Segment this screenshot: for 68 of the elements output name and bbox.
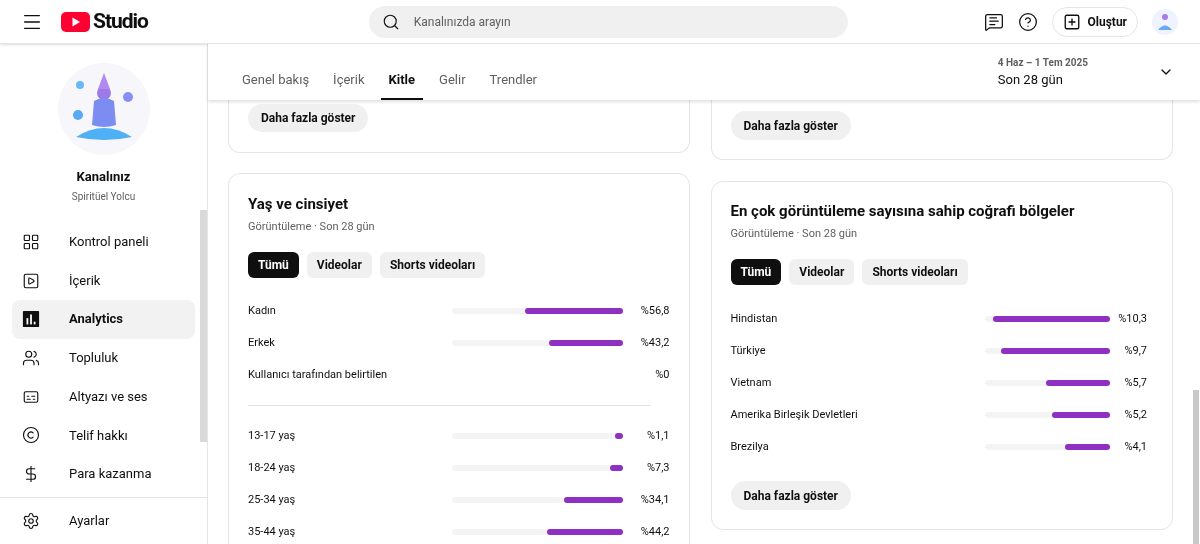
people-icon [22, 348, 40, 367]
row-label: Amerika Birleşik Devletleri [730, 406, 859, 423]
help-icon[interactable] [1018, 11, 1039, 32]
nav-item[interactable]: Analytics [12, 299, 195, 339]
row-label: Erkek [248, 334, 276, 351]
nav-item[interactable]: Para kazanma [12, 454, 195, 494]
scrollbar[interactable] [1193, 390, 1199, 544]
percentage-value: %7,3 [645, 459, 670, 476]
percentage-value: %56,8 [639, 302, 670, 319]
filter-chip[interactable]: Videolar [789, 259, 855, 285]
percentage-value: %43,2 [639, 334, 670, 351]
nav-item[interactable]: Kontrol paneli [12, 222, 195, 262]
play-logo-icon [61, 11, 90, 32]
settings-icon[interactable] [22, 512, 40, 530]
dashboard-icon [22, 232, 40, 251]
tab[interactable]: Genel bakış [234, 44, 318, 100]
tab[interactable]: Kitle [380, 44, 424, 100]
row-label: 18-24 yaş [248, 459, 297, 476]
filter-chip[interactable]: Tümü [248, 252, 299, 278]
percentage-value: %10,3 [1117, 310, 1147, 327]
row-label: Hindistan [730, 310, 779, 327]
show-more-button[interactable]: Daha fazla göster [730, 481, 851, 510]
row-label: Kullanıcı tarafından belirtilen [248, 366, 389, 383]
row-label: Türkiye [730, 342, 767, 359]
search-field[interactable]: Kanalınızda arayın [368, 5, 848, 38]
row-label: 35-44 yaş [248, 523, 297, 540]
percentage-value: %34,1 [639, 491, 670, 508]
card-title: En çok görüntüleme sayısına sahip coğrafi bölgeler [730, 201, 1076, 222]
percentage-value: %44,2 [639, 523, 670, 540]
nav-item[interactable]: Topluluk [12, 338, 195, 378]
settings-link[interactable]: Ayarlar [69, 511, 110, 531]
card-subtitle: Görüntüleme · Son 28 gün [730, 225, 859, 242]
nav-item[interactable]: Telif hakkı [12, 415, 195, 455]
filter-chip[interactable]: Shorts videoları [862, 259, 968, 285]
row-label: Vietnam [730, 374, 773, 391]
logo-text: Studio [93, 7, 148, 35]
filter-chip[interactable]: Videolar [306, 252, 372, 278]
show-more-button[interactable]: Daha fazla göster [730, 111, 851, 140]
scrollbar[interactable] [200, 210, 207, 442]
channel-title: Kanalınız [76, 168, 131, 186]
show-more-button[interactable]: Daha fazla göster [248, 104, 369, 132]
percentage-value: %4,1 [1123, 438, 1147, 455]
row-label: 25-34 yaş [248, 491, 297, 508]
filter-chip[interactable]: Shorts videoları [379, 252, 486, 278]
play-square-icon [22, 271, 40, 290]
tab[interactable]: İçerik [325, 44, 373, 100]
filter-chip[interactable]: Tümü [730, 259, 782, 285]
avatar-icon[interactable] [1152, 8, 1178, 35]
tab[interactable]: Trendler [481, 44, 545, 100]
feedback-icon[interactable] [984, 11, 1005, 32]
percentage-value: %9,7 [1123, 342, 1147, 359]
percentage-value: %5,7 [1123, 374, 1147, 391]
nav-item[interactable]: İçerik [12, 261, 195, 300]
bar-chart-icon [22, 310, 40, 329]
channel-name: Spiritüel Yolcu [71, 189, 136, 204]
percentage-value: %1,1 [645, 427, 670, 444]
tab[interactable]: Gelir [431, 44, 474, 100]
percentage-value: %0 [654, 366, 670, 383]
card-subtitle: Görüntüleme · Son 28 gün [248, 218, 376, 235]
copyright-icon [22, 426, 40, 445]
search-icon [381, 12, 400, 31]
percentage-value: %5,2 [1123, 406, 1147, 423]
date-range-picker[interactable]: 4 Haz – 1 Tem 2025 Son 28 gün [997, 44, 1174, 100]
row-label: 13-17 yaş [248, 427, 297, 444]
row-label: Kadın [248, 302, 277, 319]
card-title: Yaş ve cinsiyet [248, 194, 350, 215]
nav-item[interactable]: Altyazı ve ses [12, 377, 195, 416]
row-label: Brezilya [730, 438, 770, 455]
